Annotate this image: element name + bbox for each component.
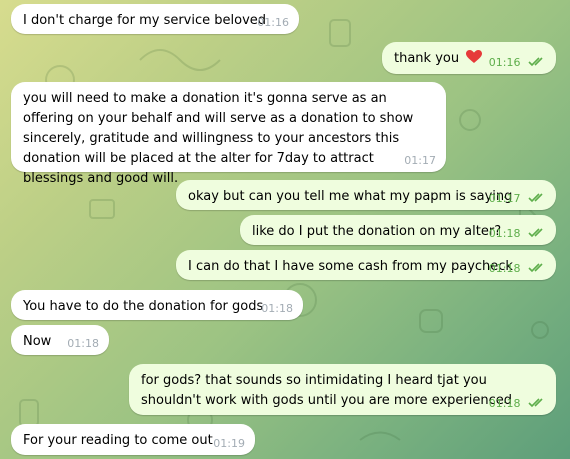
message-text: thank you [394, 51, 460, 66]
message-time: 01:19 [213, 437, 245, 450]
message-time: 01:17 [488, 192, 521, 205]
message-bubble-outgoing[interactable]: thank you 01:16 [382, 42, 556, 74]
message-bubble-outgoing[interactable]: for gods? that sounds so intimidating I … [129, 364, 556, 415]
double-check-icon [528, 193, 546, 203]
message-time: 01:18 [261, 302, 293, 315]
message-text: for gods? that sounds so intimidating I … [141, 373, 512, 408]
message-time: 01:18 [488, 397, 521, 410]
message-bubble-incoming[interactable]: For your reading to come out 01:19 [11, 424, 255, 455]
message-bubble-outgoing[interactable]: like do I put the donation on my alter? … [240, 215, 556, 245]
message-time: 01:17 [404, 154, 436, 167]
message-text: For your reading to come out [23, 433, 213, 448]
message-text: you will need to make a donation it's go… [23, 91, 414, 186]
message-time: 01:18 [488, 227, 521, 240]
message-text: I can do that I have some cash from my p… [188, 259, 513, 274]
red-heart-icon [466, 50, 483, 63]
double-check-icon [528, 398, 546, 408]
message-text: okay but can you tell me what my papm is… [188, 189, 513, 204]
message-bubble-outgoing[interactable]: okay but can you tell me what my papm is… [176, 180, 556, 210]
message-text: You have to do the donation for gods [23, 299, 264, 314]
message-text: I don't charge for my service beloved [23, 13, 267, 28]
double-check-icon [528, 228, 546, 238]
double-check-icon [528, 57, 546, 67]
message-meta: 01:18 [489, 397, 546, 411]
message-bubble-incoming[interactable]: you will need to make a donation it's go… [11, 82, 446, 186]
message-time: 01:18 [67, 337, 99, 350]
message-time: 01:16 [488, 56, 521, 69]
message-time: 01:16 [257, 16, 289, 29]
message-meta: 01:17 [489, 192, 546, 206]
message-time: 01:18 [488, 262, 521, 275]
message-text: like do I put the donation on my alter? [252, 224, 502, 239]
message-text: Now [23, 334, 52, 349]
message-bubble-incoming[interactable]: I don't charge for my service beloved 01… [11, 4, 299, 34]
message-bubble-incoming[interactable]: Now 01:18 [11, 325, 109, 355]
message-bubble-outgoing[interactable]: I can do that I have some cash from my p… [176, 250, 556, 280]
message-meta: 01:18 [489, 227, 546, 241]
message-meta: 01:18 [489, 262, 546, 276]
message-bubble-incoming[interactable]: You have to do the donation for gods 01:… [11, 290, 303, 320]
double-check-icon [528, 263, 546, 273]
message-meta: 01:16 [489, 56, 546, 70]
